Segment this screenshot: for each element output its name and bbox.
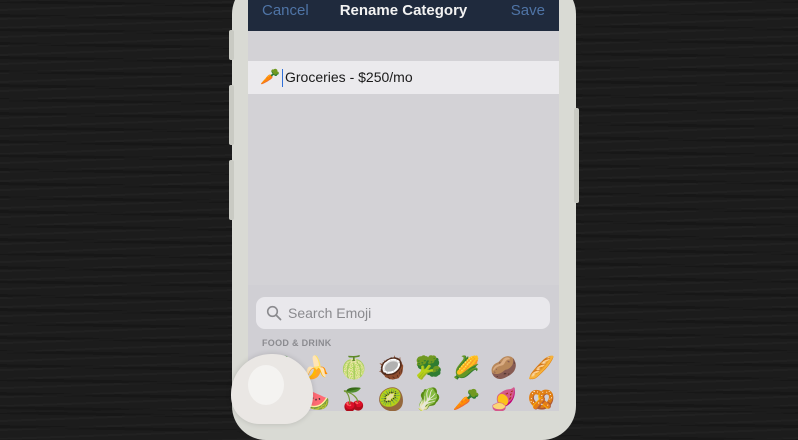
category-emoji[interactable]: 🥕 bbox=[260, 67, 280, 87]
emoji-key[interactable]: 🥦 bbox=[410, 355, 448, 381]
search-icon bbox=[266, 305, 282, 321]
emoji-key[interactable]: 🥝 bbox=[373, 387, 411, 411]
search-placeholder: Search Emoji bbox=[288, 305, 372, 321]
category-name-field[interactable]: 🥕 Groceries - $250/mo bbox=[248, 61, 559, 94]
text-caret bbox=[282, 69, 283, 87]
emoji-key[interactable]: 🌽 bbox=[448, 355, 486, 381]
phone-screen: Cancel Rename Category Save 🥕 Groceries … bbox=[248, 0, 559, 411]
emoji-key[interactable]: 🍈 bbox=[335, 355, 373, 381]
mute-switch bbox=[229, 30, 234, 60]
emoji-key[interactable]: 🥥 bbox=[373, 355, 411, 381]
navigation-bar: Cancel Rename Category Save bbox=[248, 0, 559, 31]
emoji-key[interactable]: 🥕 bbox=[448, 387, 486, 411]
save-button[interactable]: Save bbox=[511, 2, 545, 19]
emoji-key[interactable]: 🍒 bbox=[335, 387, 373, 411]
emoji-key[interactable]: 🍠 bbox=[485, 387, 523, 411]
emoji-search-input[interactable]: Search Emoji bbox=[256, 297, 550, 329]
thumbnail-nail bbox=[248, 365, 284, 405]
volume-down-button bbox=[229, 160, 234, 220]
power-button bbox=[574, 108, 579, 203]
volume-up-button bbox=[229, 85, 234, 145]
emoji-key[interactable]: 🥖 bbox=[523, 355, 560, 381]
category-name-input[interactable]: Groceries - $250/mo bbox=[285, 69, 413, 85]
emoji-key[interactable]: 🥬 bbox=[410, 387, 448, 411]
emoji-key[interactable]: 🥨 bbox=[523, 387, 560, 411]
emoji-key[interactable]: 🥔 bbox=[485, 355, 523, 381]
emoji-section-label: FOOD & DRINK bbox=[262, 338, 332, 348]
